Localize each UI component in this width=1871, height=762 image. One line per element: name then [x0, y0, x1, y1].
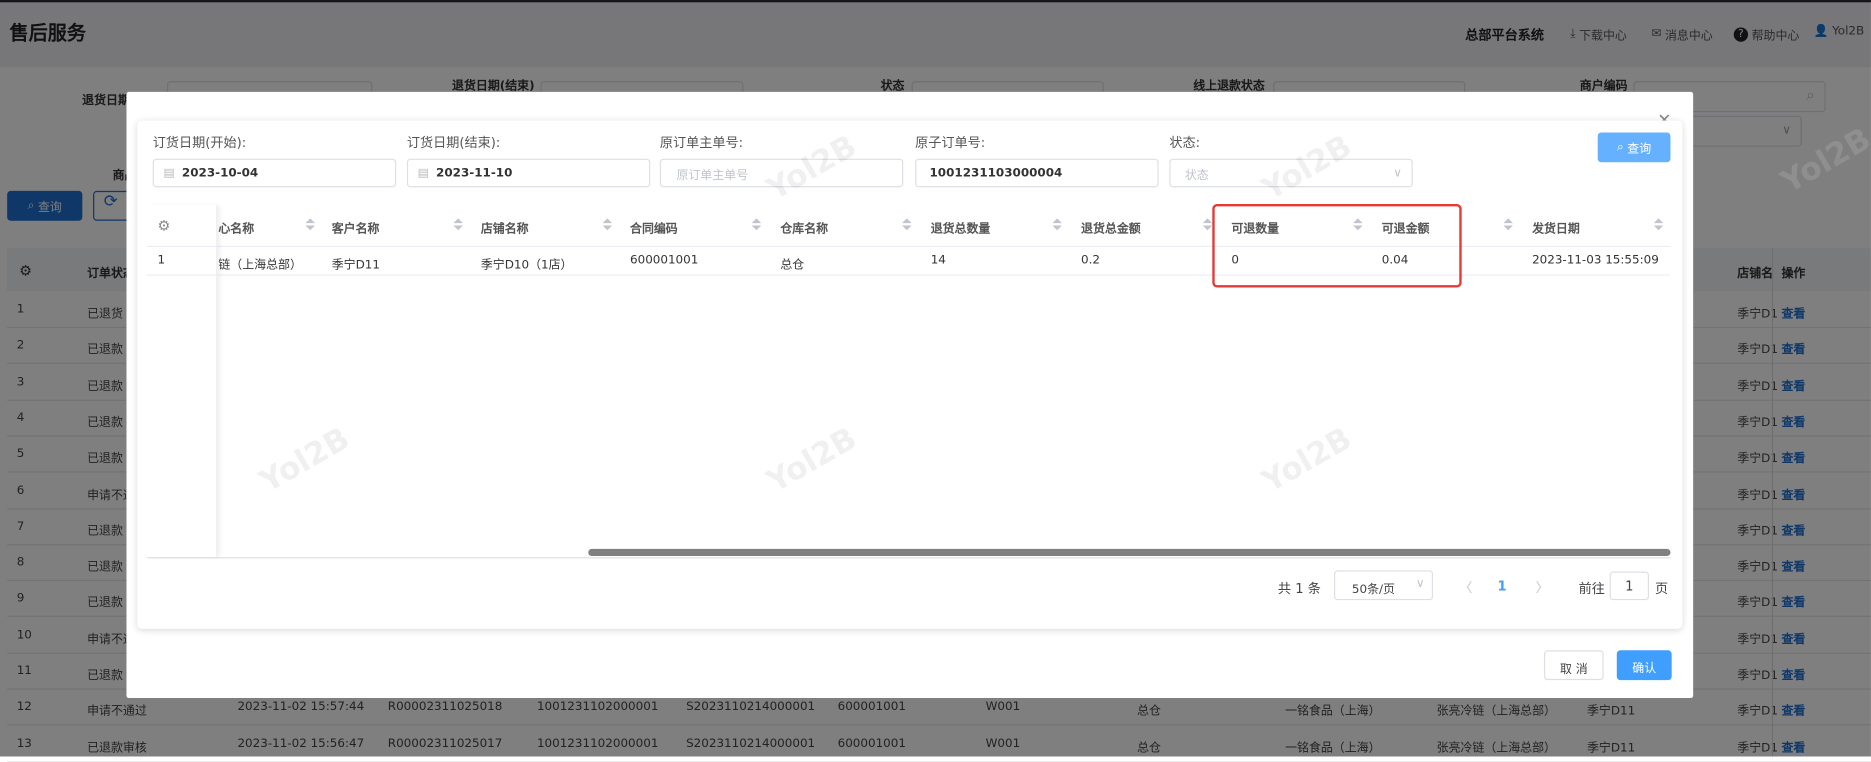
- column-header[interactable]: 退货总数量: [931, 205, 991, 247]
- sort-icon[interactable]: [1052, 218, 1062, 232]
- chevron-down-icon: ∨: [1415, 577, 1425, 591]
- column-header[interactable]: 退货总金额: [1081, 205, 1141, 247]
- column-header[interactable]: 合同编码: [630, 205, 678, 247]
- sort-icon[interactable]: [453, 218, 463, 232]
- sub-order-input[interactable]: 1001231103000004: [915, 158, 1159, 188]
- watermark: Yol2B: [1256, 420, 1359, 501]
- column-header[interactable]: 心名称: [218, 205, 254, 247]
- sort-icon[interactable]: [305, 218, 316, 232]
- main-order-label: 原订单主单号:: [659, 134, 744, 151]
- table-cell: 0.2: [1081, 254, 1101, 268]
- sort-icon[interactable]: [1653, 218, 1664, 232]
- sort-icon[interactable]: [1503, 218, 1513, 232]
- sub-order-label: 原子订单号:: [915, 134, 986, 151]
- sort-icon[interactable]: [751, 218, 762, 232]
- table-cell: 链（上海总部）: [218, 258, 302, 273]
- table-cell: 季宁D11: [331, 258, 380, 273]
- sort-icon[interactable]: [602, 218, 613, 232]
- order-date-start-input[interactable]: ▤ 2023-10-04: [152, 158, 397, 188]
- page-suffix: 页: [1654, 581, 1669, 597]
- dialog-query-button[interactable]: ⌕ 查询: [1597, 132, 1671, 163]
- search-icon: ⌕: [1617, 140, 1624, 154]
- highlight-box: [1212, 204, 1462, 288]
- goto-page-input[interactable]: 1: [1609, 571, 1650, 601]
- prev-page-button[interactable]: 〈: [1459, 578, 1472, 597]
- status-label: 状态:: [1169, 134, 1201, 151]
- row-index: 1: [157, 254, 166, 268]
- goto-label: 前往: [1578, 581, 1605, 597]
- next-page-button[interactable]: 〉: [1536, 578, 1549, 597]
- page-size-select[interactable]: 50条/页 ∨: [1333, 570, 1434, 601]
- column-header[interactable]: 客户名称: [332, 205, 380, 247]
- confirm-button[interactable]: 确认: [1616, 650, 1672, 681]
- chevron-down-icon: ∨: [1393, 166, 1403, 180]
- table-cell: 总仓: [780, 258, 805, 273]
- horizontal-scrollbar[interactable]: [588, 548, 1671, 557]
- page-1-button[interactable]: 1: [1497, 579, 1506, 595]
- sort-icon[interactable]: [1202, 218, 1213, 232]
- status-select[interactable]: 状态 ∨: [1169, 158, 1413, 188]
- order-date-start-label: 订货日期(开始):: [152, 134, 247, 151]
- order-date-end-input[interactable]: ▤ 2023-11-10: [406, 158, 651, 188]
- column-header[interactable]: 店铺名称: [481, 205, 529, 247]
- column-header[interactable]: 发货日期: [1532, 205, 1580, 247]
- calendar-icon: ▤: [163, 166, 175, 180]
- calendar-icon: ▤: [417, 166, 429, 180]
- dialog-panel: 订货日期(开始): ▤ 2023-10-04 订货日期(结束): ▤ 2023-11…: [137, 120, 1683, 629]
- table-cell: 600001001: [630, 254, 699, 268]
- order-date-end-label: 订货日期(结束):: [406, 134, 501, 151]
- watermark: Yol2B: [761, 420, 863, 501]
- table-bottom-border: [146, 557, 1671, 559]
- column-settings-icon[interactable]: ⚙: [158, 217, 171, 234]
- table-cell: 14: [930, 254, 946, 268]
- cancel-button[interactable]: 取 消: [1544, 650, 1604, 681]
- watermark: Yol2B: [254, 420, 356, 501]
- table-cell: 季宁D10（1店）: [480, 258, 573, 273]
- select-order-dialog: ✕ 订货日期(开始): ▤2023-10-04 订货日期(结束): ▤2023-…: [126, 91, 1694, 699]
- column-header[interactable]: 仓库名称: [780, 205, 828, 247]
- main-order-input[interactable]: 原订单主单号: [659, 158, 904, 188]
- pagination-total: 共 1 条: [1277, 581, 1321, 597]
- sort-icon[interactable]: [902, 218, 912, 232]
- table-cell: 2023-11-03 15:55:09: [1532, 254, 1659, 268]
